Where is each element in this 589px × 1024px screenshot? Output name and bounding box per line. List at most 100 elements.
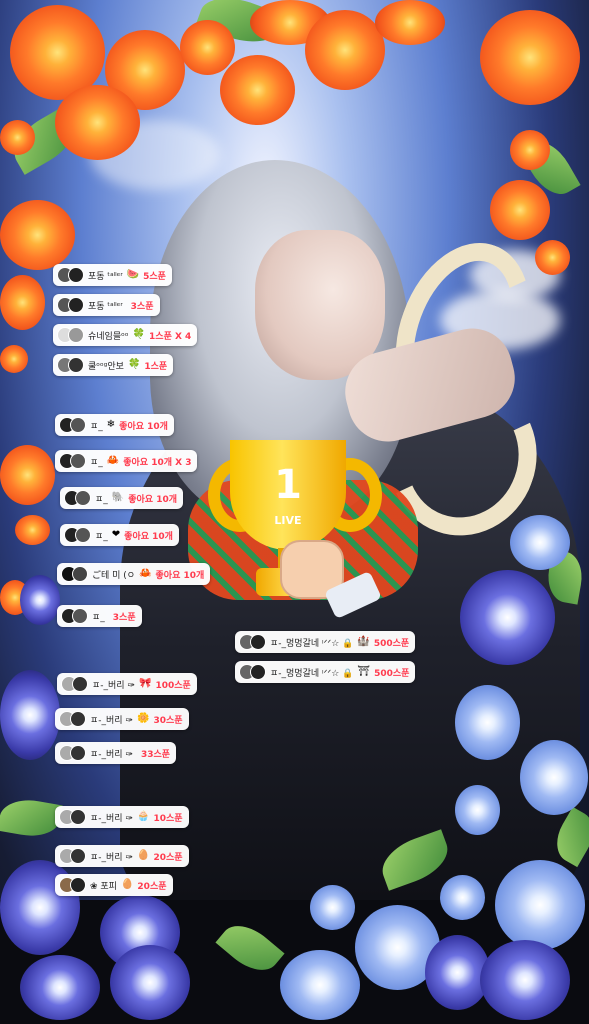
avatar-group — [59, 711, 86, 727]
live-stream-background: 1 LIVE 포동 ᵗᵃˡˡᵉʳ 🍉 5스푼 포동 ᵗᵃˡˡᵉʳ 3스푼 슈네임… — [0, 0, 589, 1024]
gift-value: 100스푼 — [155, 680, 191, 691]
blue-flower — [460, 570, 555, 665]
gift-icon: 🦀 — [106, 455, 120, 466]
blue-flower — [440, 875, 485, 920]
chat-gift-message[interactable]: ㅍ-_버리 ✑ 33스푼 — [55, 742, 177, 764]
blue-flower — [0, 670, 60, 760]
gift-value: 5스푼 — [143, 271, 166, 282]
gift-icon: ⛩ — [357, 666, 371, 677]
gift-value: 20스푼 — [153, 852, 183, 863]
gift-value: 1스푼 — [144, 361, 168, 372]
avatar-group — [59, 877, 86, 893]
orange-flower — [15, 515, 50, 545]
blue-flower — [495, 860, 585, 950]
avatar-group — [239, 634, 266, 650]
chat-gift-message[interactable]: 쿨ᵒᵒᵍ안보 🍀 1스푼 — [53, 354, 174, 376]
gift-value: 10스푼 — [153, 813, 183, 824]
orange-flower — [375, 0, 445, 45]
orange-flower — [510, 130, 550, 170]
chat-gift-message[interactable]: ㅍ-_버리 ✑ 🧁 10스푼 — [55, 806, 189, 828]
chat-username: ㅍ_ — [95, 531, 108, 542]
avatar — [70, 745, 86, 761]
blue-flower — [280, 950, 360, 1020]
trophy-rank: 1 — [274, 462, 302, 508]
gift-value: 3스푼 — [130, 301, 154, 312]
avatar-group — [59, 848, 86, 864]
gift-icon: 🌼 — [137, 713, 150, 724]
ranking-trophy-badge[interactable]: 1 LIVE — [188, 440, 418, 620]
avatar — [70, 453, 86, 469]
chat-gift-message[interactable]: ㅍ_ 3스푼 — [57, 605, 142, 627]
chat-gift-message[interactable]: ㅍ-_버리 ✑ 🌼 30스푼 — [55, 708, 189, 730]
chat-username: ㅍ_ — [90, 421, 103, 432]
chat-username: ㅍ_ — [95, 494, 108, 505]
avatar-group — [59, 417, 86, 433]
avatar — [70, 711, 86, 727]
avatar — [72, 608, 88, 624]
trophy-live-label: LIVE — [274, 514, 302, 527]
avatar — [72, 566, 88, 582]
blue-flower — [20, 575, 60, 625]
avatar — [70, 809, 86, 825]
orange-flower — [535, 240, 570, 275]
chat-gift-message[interactable]: ㅍ-_멍멍갈네 ᵎᐟᐟ☆ 🔒 ⛩ 500스푼 — [235, 661, 416, 683]
chat-gift-message[interactable]: 포동 ᵗᵃˡˡᵉʳ 3스푼 — [53, 294, 160, 316]
gift-value: 500스푼 — [373, 638, 410, 649]
blue-flower — [480, 940, 570, 1020]
gift-value: 20스푼 — [137, 881, 167, 892]
blue-flower — [455, 685, 520, 760]
gift-icon: 🏰 — [357, 636, 370, 647]
gift-icon: ❤ — [111, 529, 121, 540]
avatar — [68, 297, 84, 313]
orange-flower — [55, 85, 140, 160]
avatar — [70, 877, 86, 893]
orange-flower — [490, 180, 550, 240]
avatar-group — [57, 357, 84, 373]
orange-flower — [220, 55, 295, 125]
chat-gift-message[interactable]: ㅍ_ 🦀 좋아요 10개 X 3 — [55, 450, 198, 472]
avatar-group — [61, 608, 88, 624]
chat-gift-message[interactable]: ㅍ_ ❤ 좋아요 10개 — [60, 524, 179, 546]
chat-username: ㅍ-_버리 ✑ — [90, 715, 133, 726]
chat-username: ㅍ_ — [92, 612, 105, 623]
chat-gift-message[interactable]: ㅍ-_버리 ✑ 🥚 20스푼 — [55, 845, 189, 867]
blue-flower — [510, 515, 570, 570]
gift-icon: 🥚 — [137, 850, 150, 861]
chat-gift-message[interactable]: 슈네임믈ᵒᵒ 🍀 1스푼 X 4 — [53, 324, 198, 346]
gift-icon: ❄ — [106, 419, 116, 430]
chat-gift-message[interactable]: 포동 ᵗᵃˡˡᵉʳ 🍉 5스푼 — [53, 264, 172, 286]
chat-gift-message[interactable]: ❀ 포피 🥚 20스푼 — [55, 874, 173, 896]
orange-flower — [0, 275, 45, 330]
chat-gift-message[interactable]: ㅍ-_멍멍갈네 ᵎᐟᐟ☆ 🔒 🏰 500스푼 — [235, 631, 416, 653]
orange-flower — [0, 445, 55, 505]
orange-flower — [0, 345, 28, 373]
avatar-group — [64, 490, 91, 506]
avatar — [68, 327, 84, 343]
gift-icon: 🦀 — [139, 568, 152, 579]
chat-username: ㅍ-_버리 ✑ — [90, 852, 133, 863]
avatar-group — [57, 267, 84, 283]
gift-icon: 🍀 — [132, 329, 146, 340]
chat-username: ㅍ-_멍멍갈네 ᵎᐟᐟ☆ 🔒 — [270, 668, 354, 679]
gift-icon: 🧁 — [137, 811, 150, 822]
avatar-group — [61, 676, 88, 692]
avatar-group — [59, 745, 86, 761]
avatar-group — [57, 327, 84, 343]
chat-gift-message[interactable]: ㅍ_ ❄ 좋아요 10개 — [55, 414, 174, 436]
avatar — [72, 676, 88, 692]
chat-username: ㅍ-_버리 ✑ — [90, 813, 133, 824]
chat-username: 포동 ᵗᵃˡˡᵉʳ — [88, 271, 123, 282]
chat-gift-message[interactable]: ㅍ_ 🐘 좋아요 10개 — [60, 487, 184, 509]
gift-value: 3스푼 — [112, 612, 136, 623]
chat-gift-message[interactable]: ご테 미 (ㅇ 🦀 좋아요 10개 — [57, 563, 211, 585]
orange-flower — [480, 10, 580, 105]
gift-icon: 🐘 — [111, 492, 125, 503]
orange-flower — [0, 200, 75, 270]
blue-flower — [310, 885, 355, 930]
chat-gift-message[interactable]: ㅍ-_버리 ✑ 🎀 100스푼 — [57, 673, 197, 695]
avatar — [70, 417, 86, 433]
orange-flower — [305, 10, 385, 90]
blue-flower — [455, 785, 500, 835]
gift-value: 1스푼 X 4 — [149, 331, 192, 342]
chat-username: ❀ 포피 — [90, 881, 117, 892]
